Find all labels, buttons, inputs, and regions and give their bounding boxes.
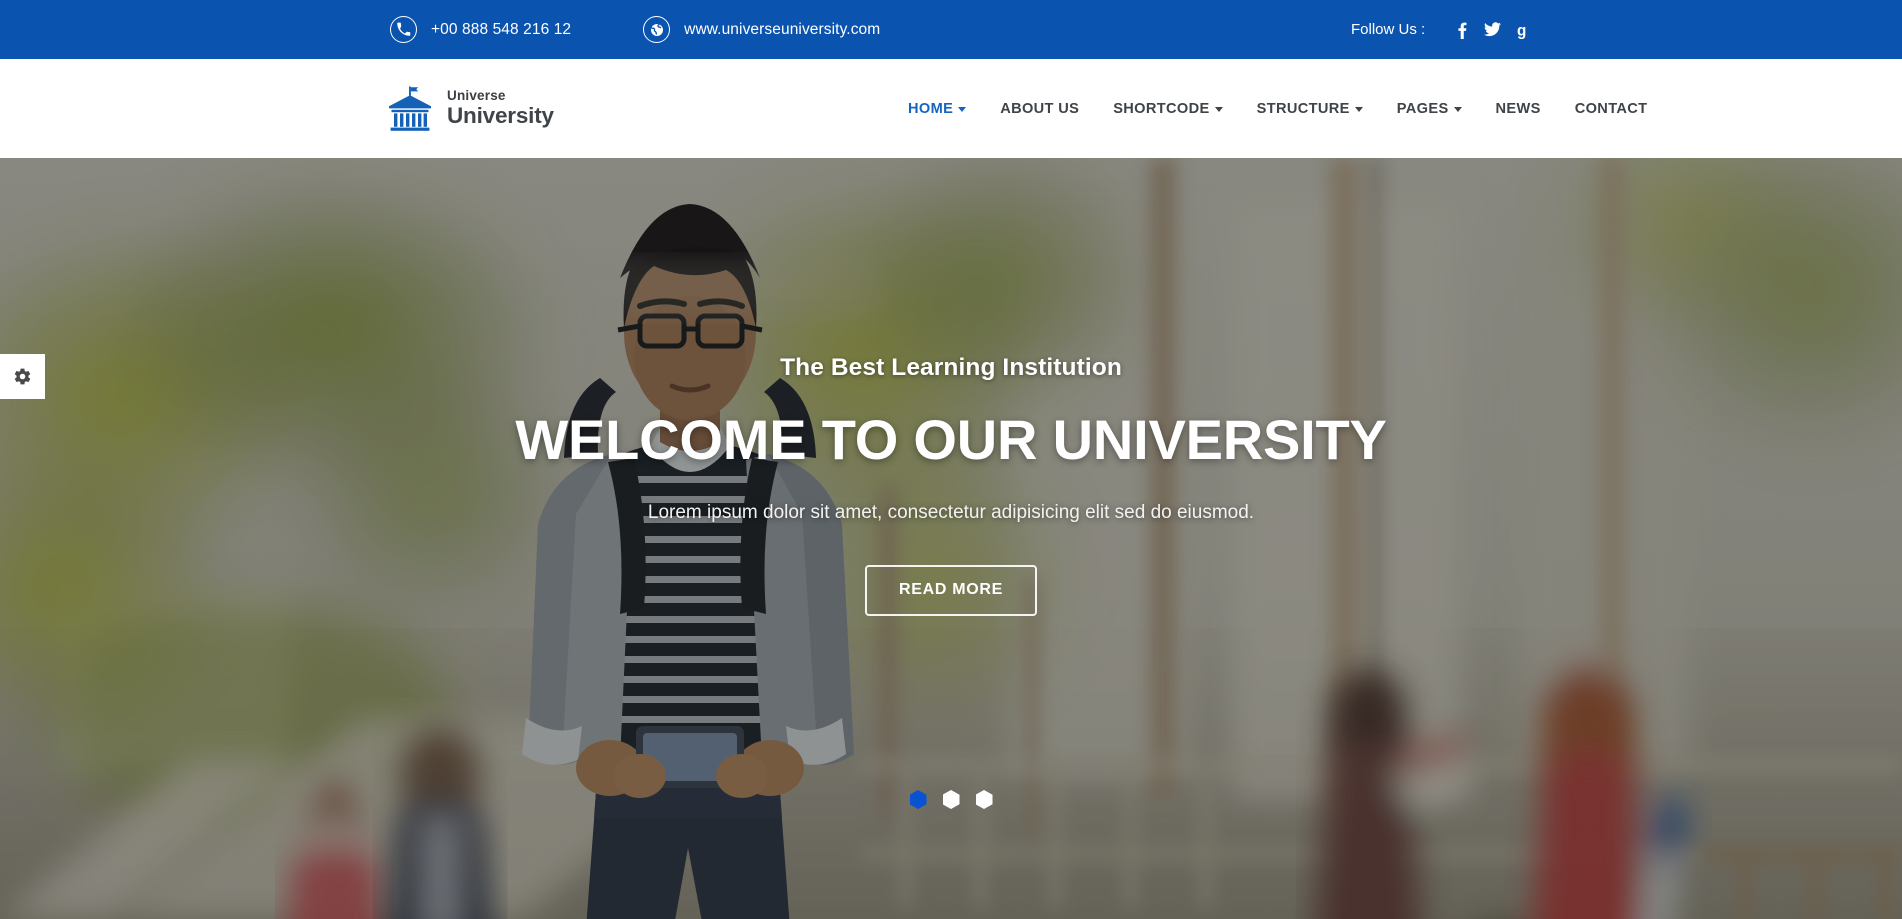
nav-item-pages[interactable]: PAGES	[1397, 101, 1462, 117]
read-more-button[interactable]: READ MORE	[864, 565, 1038, 616]
svg-text:g: g	[1517, 22, 1526, 39]
nav-label-structure: STRUCTURE	[1256, 100, 1350, 117]
university-building-icon	[387, 85, 433, 133]
chevron-down-icon	[1354, 107, 1363, 112]
top-contact-bar: +00 888 548 216 12 www.universeuniversit…	[0, 0, 1902, 59]
chevron-down-icon	[958, 107, 967, 112]
facebook-icon[interactable]	[1447, 21, 1477, 39]
hero-title: WELCOME TO OUR UNIVERSITY	[515, 408, 1387, 471]
hero-subtitle: The Best Learning Institution	[780, 354, 1122, 381]
follow-us-group: Follow Us : g	[1351, 0, 1537, 59]
nav-label-shortcode: SHORTCODE	[1113, 100, 1210, 117]
main-navigation: HOME ABOUT US SHORTCODE STRUCTURE PAGES …	[908, 59, 1647, 158]
website-url: www.universeuniversity.com	[684, 20, 881, 38]
phone-number: +00 888 548 216 12	[431, 20, 572, 38]
nav-item-home[interactable]: HOME	[908, 100, 967, 117]
site-header: Universe University HOME ABOUT US SHORTC…	[0, 59, 1902, 158]
nav-label-home: HOME	[908, 100, 954, 117]
google-plus-icon[interactable]: g	[1507, 21, 1537, 39]
nav-item-news[interactable]: NEWS	[1496, 101, 1541, 117]
nav-item-structure[interactable]: STRUCTURE	[1257, 101, 1363, 117]
nav-label-pages: PAGES	[1396, 100, 1449, 117]
theme-settings-button[interactable]	[0, 354, 45, 399]
chevron-down-icon	[1453, 107, 1462, 112]
hero-content: The Best Learning Institution WELCOME TO…	[0, 354, 1902, 616]
follow-us-label: Follow Us :	[1351, 21, 1426, 38]
site-logo[interactable]: Universe University	[387, 85, 554, 133]
chevron-down-icon	[1214, 107, 1223, 112]
slider-dot-2[interactable]	[942, 790, 960, 809]
topbar-contact-group: +00 888 548 216 12 www.universeuniversit…	[390, 16, 880, 43]
nav-item-shortcode[interactable]: SHORTCODE	[1113, 100, 1223, 117]
slider-dot-1[interactable]	[909, 790, 927, 809]
hero-description: Lorem ipsum dolor sit amet, consectetur …	[647, 502, 1255, 523]
slider-pagination	[0, 790, 1902, 809]
phone-contact[interactable]: +00 888 548 216 12	[390, 16, 571, 43]
nav-label-contact: CONTACT	[1574, 100, 1648, 117]
globe-icon	[643, 16, 671, 43]
nav-label-news: NEWS	[1495, 100, 1541, 117]
nav-label-about-us: ABOUT US	[1000, 100, 1080, 117]
nav-item-contact[interactable]: CONTACT	[1575, 101, 1648, 117]
logo-top-text: Universe	[447, 87, 506, 103]
twitter-icon[interactable]	[1477, 22, 1507, 37]
website-contact[interactable]: www.universeuniversity.com	[643, 16, 880, 43]
social-links: g	[1447, 21, 1537, 39]
nav-item-about-us[interactable]: ABOUT US	[1000, 101, 1079, 117]
gear-icon	[14, 368, 31, 385]
logo-bottom-text: University	[447, 103, 554, 129]
phone-icon	[390, 16, 417, 43]
slider-dot-3[interactable]	[975, 790, 993, 809]
